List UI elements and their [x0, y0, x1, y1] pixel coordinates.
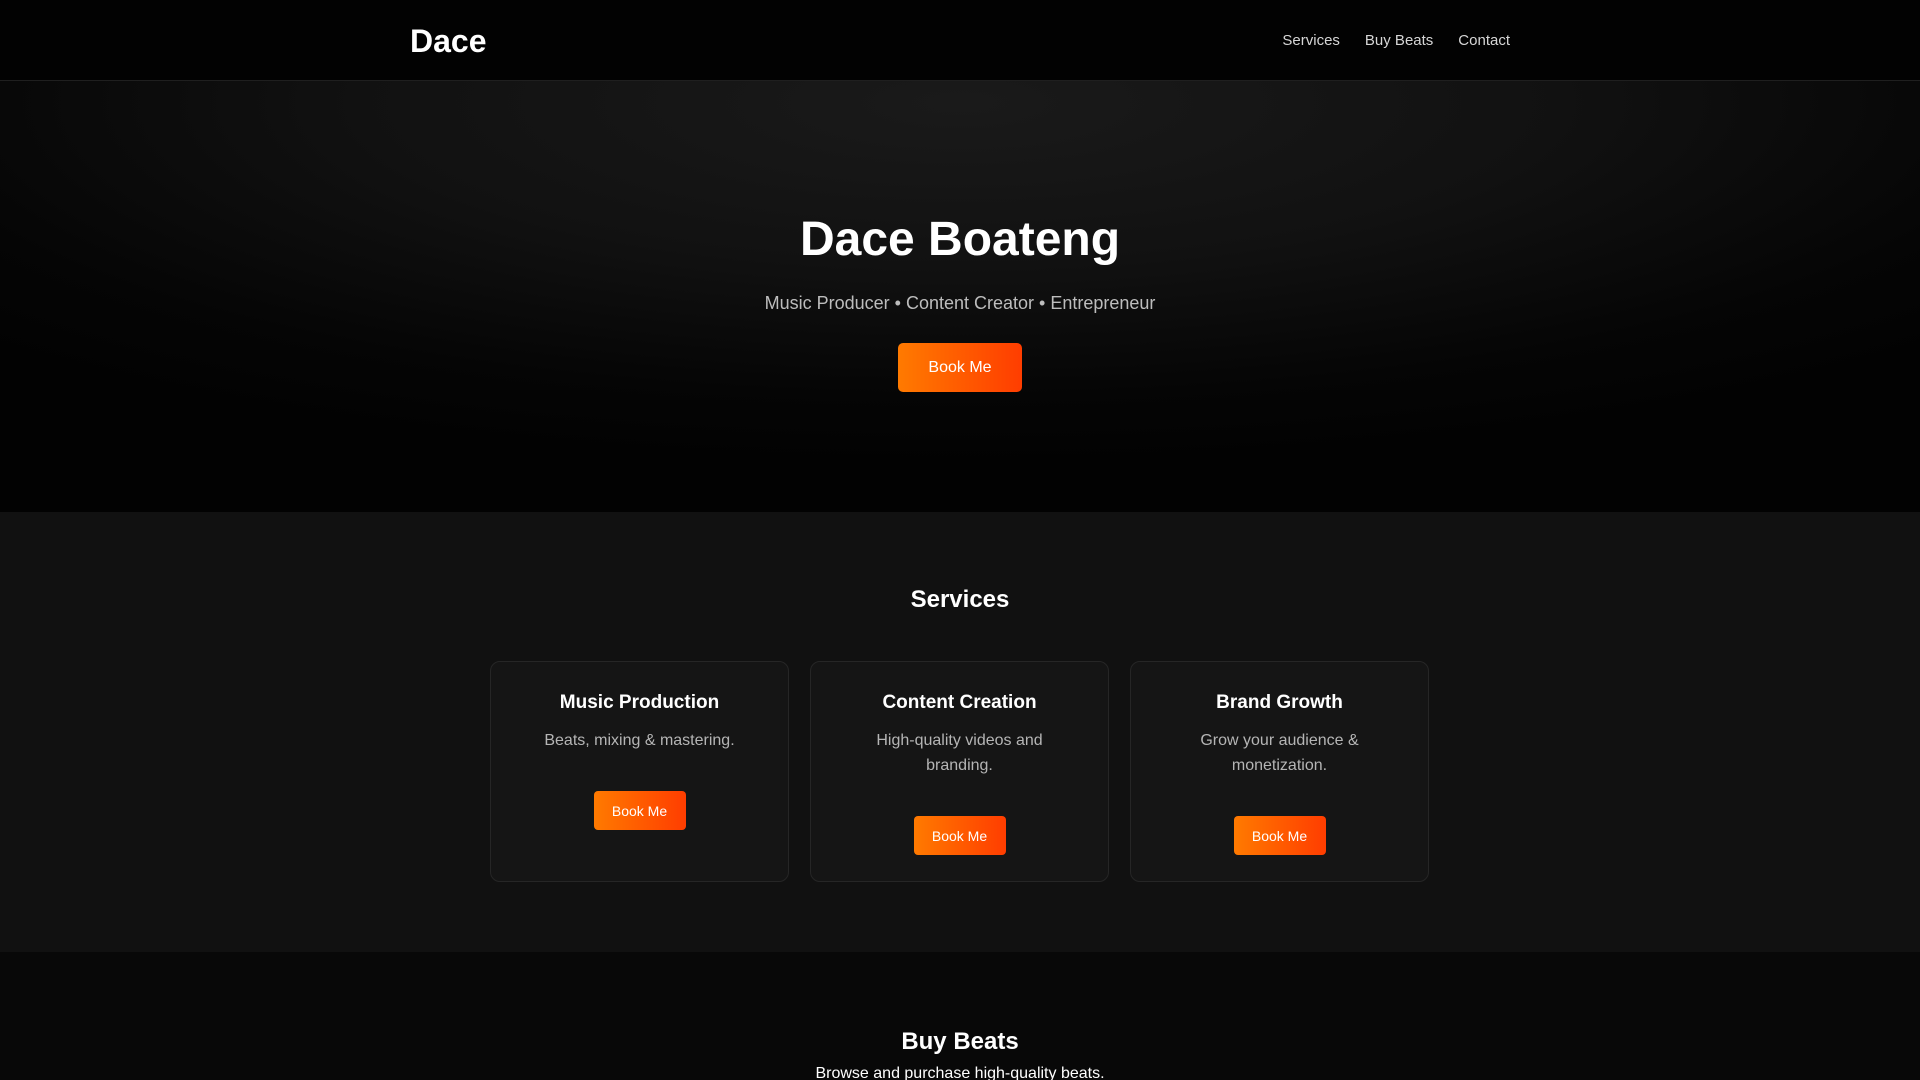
buy-beats-description: Browse and purchase high-quality beats. [815, 1065, 1105, 1080]
buy-beats-section: Buy Beats Browse and purchase high-quali… [0, 952, 1920, 1080]
page: Dace Services Buy Beats Contact Dace Boa… [0, 0, 1920, 1080]
service-card-title: Content Creation [882, 692, 1037, 713]
service-card-music-production: Music Production Beats, mixing & masteri… [490, 661, 789, 882]
services-title: Services [910, 586, 1010, 613]
buy-beats-title: Buy Beats [901, 1028, 1019, 1055]
service-card-description: Grow your audience & monetization. [1200, 732, 1359, 774]
brand-growth-book-me-button[interactable]: Book Me [1233, 816, 1326, 855]
site-header: Dace Services Buy Beats Contact [0, 0, 1920, 81]
service-card-description: Beats, mixing & mastering. [544, 732, 735, 749]
service-card-brand-growth: Brand Growth Grow your audience & moneti… [1130, 661, 1429, 882]
nav-link-buy-beats[interactable]: Buy Beats [1365, 31, 1433, 51]
main-nav: Services Buy Beats Contact [1282, 31, 1510, 51]
nav-link-contact[interactable]: Contact [1458, 31, 1510, 51]
service-card-title: Music Production [559, 692, 720, 713]
music-production-book-me-button[interactable]: Book Me [593, 791, 686, 830]
hero-section: Dace Boateng Music Producer • Content Cr… [0, 81, 1920, 512]
content-creation-book-me-button[interactable]: Book Me [913, 816, 1006, 855]
service-card-description: High-quality videos and branding. [876, 732, 1043, 774]
service-card-title: Brand Growth [1216, 692, 1343, 713]
site-logo[interactable]: Dace [410, 22, 487, 60]
service-card-content-creation: Content Creation High-quality videos and… [810, 661, 1109, 882]
hero-title: Dace Boateng [799, 213, 1121, 266]
hero-book-me-button[interactable]: Book Me [898, 343, 1022, 392]
nav-link-services[interactable]: Services [1282, 31, 1340, 51]
services-section: Services Music Production Beats, mixing … [0, 512, 1920, 952]
hero-subtitle: Music Producer • Content Creator • Entre… [764, 293, 1156, 313]
service-cards: Music Production Beats, mixing & masteri… [490, 661, 1429, 882]
